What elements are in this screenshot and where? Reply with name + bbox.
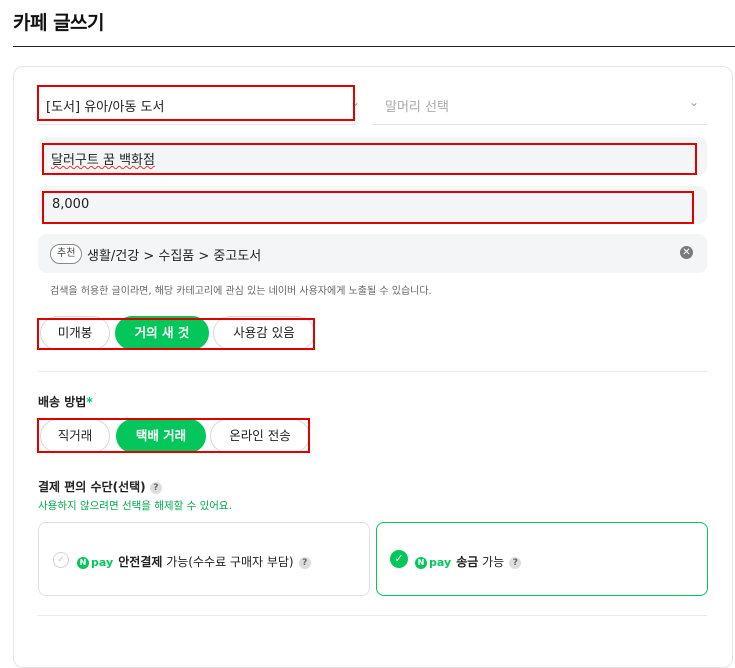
highlight-box: [37, 418, 310, 453]
chevron-down-icon: ⌄: [688, 95, 699, 109]
highlight-box: [42, 143, 697, 175]
shipping-label: 배송 방법*: [38, 393, 93, 410]
required-mark: *: [86, 395, 93, 409]
clear-icon[interactable]: ✕: [680, 246, 693, 259]
payment-hint: 사용하지 않으려면 선택을 해제할 수 있어요.: [38, 500, 232, 512]
recommend-badge: 추천: [50, 244, 83, 264]
payment-option-safe-bold: 안전결제: [118, 555, 163, 569]
npay-logo: Npay: [415, 556, 451, 569]
payment-option-transfer[interactable]: ✓ Npay 송금 가능 ?: [376, 522, 708, 596]
check-icon: ✓: [53, 552, 69, 568]
npay-logo-text: pay: [91, 556, 114, 569]
npay-n-icon: N: [77, 557, 89, 569]
page-title: 카페 글쓰기: [13, 12, 105, 34]
highlight-box: [37, 85, 355, 121]
highlight-box: [37, 318, 315, 350]
payment-label-text: 결제 편의 수단(선택): [38, 480, 146, 494]
help-icon[interactable]: ?: [298, 557, 311, 569]
title-divider: [13, 46, 735, 47]
payment-option-safe[interactable]: ✓ Npay 안전결제 가능(수수료 구매자 부담) ?: [38, 522, 370, 596]
payment-option-transfer-text: 가능: [478, 555, 505, 569]
payment-option-safe-content: Npay 안전결제 가능(수수료 구매자 부담) ?: [77, 551, 311, 570]
category-path: 생활/건강 > 수집품 > 중고도서: [87, 249, 262, 264]
helper-text: 검색을 허용한 글이라면, 해당 카테고리에 관심 있는 네이버 사용자에게 노…: [50, 286, 432, 297]
section-divider: [38, 371, 707, 372]
payment-option-safe-text: 가능(수수료 구매자 부담): [162, 555, 294, 569]
npay-logo: Npay: [77, 556, 113, 569]
highlight-box: [42, 191, 694, 224]
shipping-label-text: 배송 방법: [38, 395, 87, 409]
help-icon[interactable]: ?: [149, 482, 162, 494]
section-divider: [38, 615, 707, 616]
category-suggestion[interactable]: 추천 생활/건강 > 수집품 > 중고도서 ✕: [38, 234, 707, 273]
check-icon: ✓: [390, 550, 408, 568]
payment-option-transfer-content: Npay 송금 가능 ?: [415, 551, 522, 570]
payment-label: 결제 편의 수단(선택) ?: [38, 478, 162, 495]
prefix-select[interactable]: 말머리 선택 ⌄: [372, 86, 707, 125]
prefix-select-placeholder: 말머리 선택: [385, 100, 449, 115]
npay-logo-text: pay: [429, 556, 452, 569]
help-icon[interactable]: ?: [509, 557, 522, 569]
npay-n-icon: N: [415, 557, 427, 569]
payment-option-transfer-bold: 송금: [456, 555, 479, 569]
